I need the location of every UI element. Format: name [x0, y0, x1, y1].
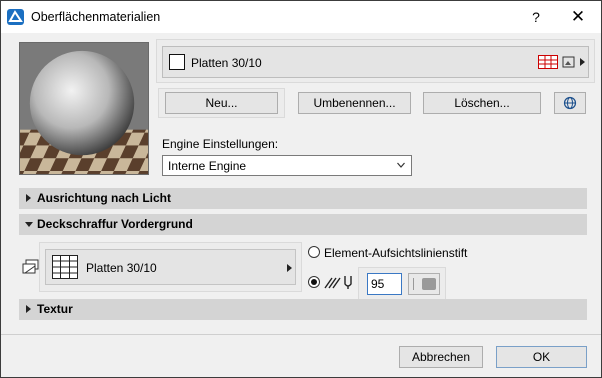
layer-stack-icon — [22, 259, 39, 274]
section-light-orientation[interactable]: Ausrichtung nach Licht — [19, 188, 587, 209]
material-preview — [19, 42, 149, 175]
rename-button[interactable]: Umbenennen... — [298, 92, 411, 114]
delete-button[interactable]: Löschen... — [423, 92, 541, 114]
title-bar: Oberflächenmaterialien ? ✕ — [1, 1, 601, 33]
fill-selector[interactable]: Platten 30/10 — [45, 249, 296, 285]
window-title: Oberflächenmaterialien — [31, 10, 161, 24]
globe-icon — [563, 96, 577, 110]
surface-materials-dialog: Oberflächenmaterialien ? ✕ Platten 30/10 — [0, 0, 602, 378]
footer-divider — [1, 334, 601, 335]
expand-arrow-icon — [26, 194, 31, 202]
chevron-down-icon — [397, 162, 405, 168]
engine-value: Interne Engine — [168, 159, 247, 173]
section-light-label: Ausrichtung nach Licht — [37, 191, 172, 205]
collapse-arrow-icon — [25, 222, 33, 227]
cube-photo-icon[interactable] — [562, 55, 576, 69]
engine-label: Engine Einstellungen: — [162, 137, 279, 151]
red-grid-icon[interactable] — [538, 55, 558, 69]
globe-button[interactable] — [554, 92, 586, 114]
fill-name: Platten 30/10 — [86, 261, 157, 275]
material-name: Platten 30/10 — [191, 56, 262, 70]
pen-color-swatch — [422, 278, 436, 290]
close-icon[interactable]: ✕ — [566, 7, 590, 27]
pen-number-input[interactable]: 95 — [367, 273, 402, 295]
section-texture-label: Textur — [37, 302, 73, 316]
app-icon — [7, 9, 24, 25]
fill-arrow-icon[interactable] — [287, 264, 292, 272]
section-foreground-label: Deckschraffur Vordergrund — [37, 217, 193, 231]
pen-option-label: Element-Aufsichtslinienstift — [324, 246, 468, 260]
section-texture[interactable]: Textur — [19, 299, 587, 320]
material-arrow-icon[interactable] — [580, 58, 585, 66]
pen-color-button[interactable] — [408, 273, 440, 295]
fill-pattern-icon — [52, 255, 78, 279]
material-swatch — [169, 54, 185, 70]
custom-pen-radio[interactable] — [308, 276, 320, 288]
ok-button[interactable]: OK — [496, 346, 587, 368]
cancel-button[interactable]: Abbrechen — [399, 346, 483, 368]
engine-select[interactable]: Interne Engine — [162, 155, 412, 176]
pen-option-radio[interactable] — [308, 246, 320, 258]
expand-arrow-icon — [26, 305, 31, 313]
new-button[interactable]: Neu... — [165, 92, 278, 114]
help-icon[interactable]: ? — [525, 7, 547, 27]
pen-divider — [413, 278, 414, 290]
hatch-pen-icon — [324, 276, 352, 289]
material-selector[interactable]: Platten 30/10 — [162, 46, 589, 78]
section-foreground-fill[interactable]: Deckschraffur Vordergrund — [19, 214, 587, 235]
